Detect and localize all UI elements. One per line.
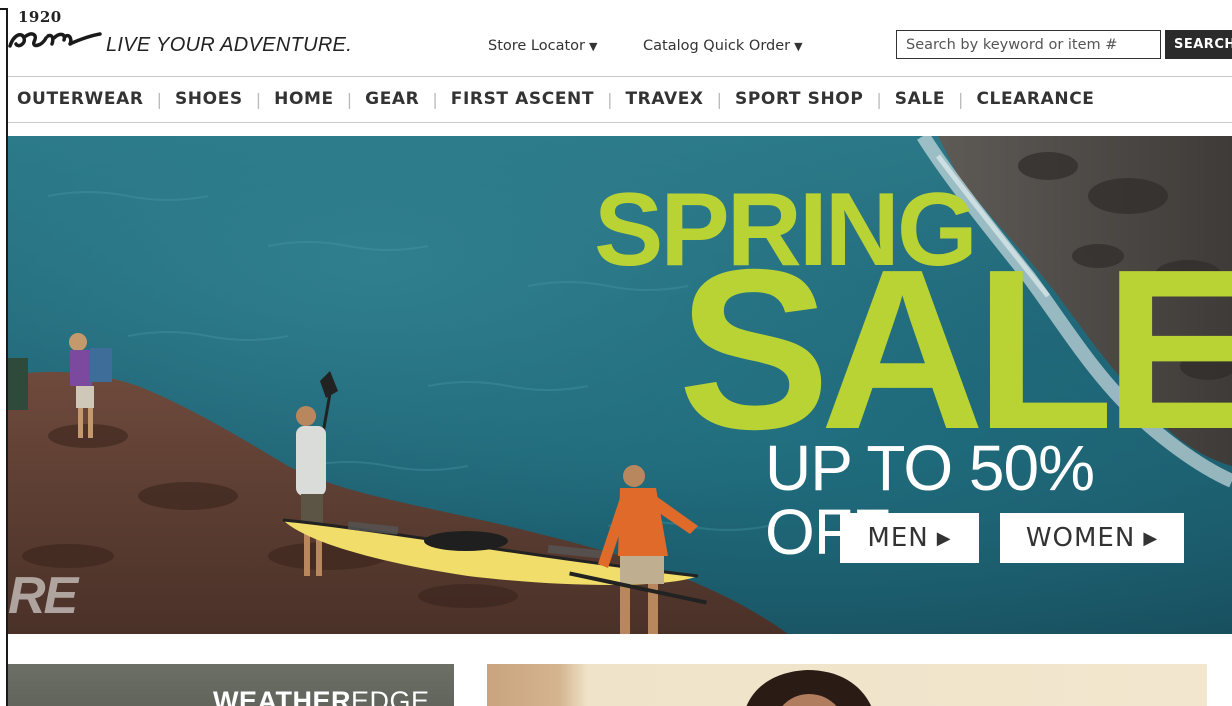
nav-separator: | [432, 89, 438, 109]
nav-separator: | [958, 89, 964, 109]
nav-item-first-ascent[interactable]: FIRST ASCENT [451, 89, 594, 109]
search-button[interactable]: SEARCH [1165, 30, 1232, 59]
shop-men-label: MEN [867, 523, 929, 553]
shop-men-button[interactable]: MEN ▶ [840, 513, 979, 563]
site-header: 1920 LIVE YOUR ADVENTURE. Store Locator ▼… [8, 8, 1232, 76]
nav-separator: | [876, 89, 882, 109]
promo-photo [746, 670, 872, 706]
nav-item-home[interactable]: HOME [274, 89, 334, 109]
catalog-quick-order-link[interactable]: Catalog Quick Order ▼ [643, 38, 803, 54]
hero-banner[interactable]: SPRING SALE UP TO 50% OFF MEN ▶ WOMEN ▶ RE [8, 136, 1232, 634]
shop-women-button[interactable]: WOMEN ▶ [1000, 513, 1184, 563]
main-nav: OUTERWEAR | SHOES | HOME | GEAR | FIRST … [8, 76, 1232, 122]
nav-divider [8, 122, 1232, 123]
nav-item-gear[interactable]: GEAR [365, 89, 419, 109]
nav-separator: | [156, 89, 162, 109]
brand-tagline: LIVE YOUR ADVENTURE. [106, 34, 353, 56]
store-locator-label: Store Locator [488, 38, 586, 54]
caret-down-icon: ▼ [589, 40, 598, 53]
promo-tile-weatheredge[interactable]: WEATHEREDGE [8, 664, 454, 706]
hero-headline-sale: SALE [678, 223, 1232, 477]
nav-item-clearance[interactable]: CLEARANCE [976, 89, 1094, 109]
weatheredge-title-bold: WEATHER [213, 686, 351, 706]
page: 1920 LIVE YOUR ADVENTURE. Store Locator ▼… [8, 8, 1232, 706]
caret-right-icon: ▶ [936, 527, 952, 549]
catalog-quick-order-label: Catalog Quick Order [643, 38, 791, 54]
shop-women-label: WOMEN [1025, 523, 1136, 553]
nav-separator: | [716, 89, 723, 109]
promo-tile-womens[interactable] [487, 664, 1207, 706]
nav-separator: | [607, 89, 613, 109]
hero-watermark: RE [8, 567, 78, 625]
nav-separator: | [346, 89, 353, 109]
nav-item-travex[interactable]: TRAVEX [625, 89, 703, 109]
nav-separator: | [255, 89, 262, 109]
store-locator-link[interactable]: Store Locator ▼ [488, 38, 597, 54]
nav-item-shoes[interactable]: SHOES [175, 89, 243, 109]
nav-item-sport-shop[interactable]: SPORT SHOP [735, 89, 863, 109]
nav-item-sale[interactable]: SALE [895, 89, 945, 109]
search-input[interactable] [896, 30, 1161, 59]
nav-item-outerwear[interactable]: OUTERWEAR [17, 89, 144, 109]
weatheredge-title-light: EDGE [351, 686, 430, 706]
brand-logo-script[interactable] [8, 24, 103, 54]
caret-down-icon: ▼ [794, 40, 803, 53]
weatheredge-title: WEATHEREDGE [213, 686, 430, 706]
caret-right-icon: ▶ [1143, 527, 1159, 549]
